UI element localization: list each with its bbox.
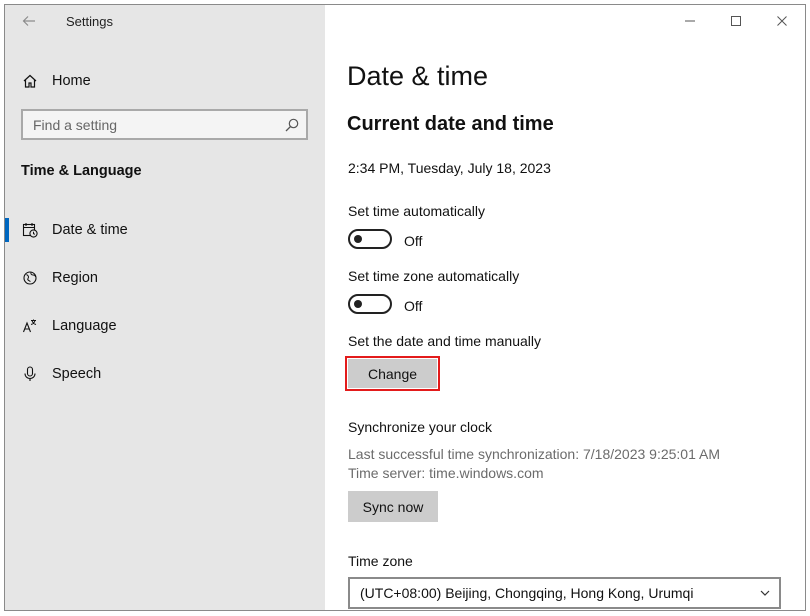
calendar-clock-icon xyxy=(22,222,38,238)
window-controls xyxy=(667,5,805,37)
search-icon[interactable] xyxy=(284,117,300,133)
timezone-value: (UTC+08:00) Beijing, Chongqing, Hong Kon… xyxy=(360,585,694,601)
current-datetime: 2:34 PM, Tuesday, July 18, 2023 xyxy=(348,160,551,176)
minimize-button[interactable] xyxy=(667,5,713,37)
sidebar-item-label: Language xyxy=(52,318,117,334)
set-time-auto-toggle[interactable] xyxy=(348,229,392,249)
set-tz-auto-state: Off xyxy=(404,298,423,314)
maximize-icon xyxy=(731,16,741,26)
timezone-select[interactable]: (UTC+08:00) Beijing, Chongqing, Hong Kon… xyxy=(348,577,781,609)
timezone-label: Time zone xyxy=(348,553,413,569)
sidebar-item-label: Region xyxy=(52,270,98,286)
close-icon xyxy=(777,16,787,26)
set-time-auto-label: Set time automatically xyxy=(348,203,485,219)
sidebar-item-label: Home xyxy=(52,73,91,89)
sidebar-item-label: Date & time xyxy=(52,222,128,238)
search-box xyxy=(21,109,308,140)
manual-label: Set the date and time manually xyxy=(348,333,542,349)
home-icon xyxy=(22,73,38,89)
back-arrow-icon xyxy=(22,16,35,26)
microphone-icon xyxy=(22,366,38,382)
main-content: Date & time Current date and time 2:34 P… xyxy=(325,5,805,610)
globe-icon xyxy=(22,270,38,286)
settings-window: Settings Home Time & Language Date & tim… xyxy=(4,4,806,611)
maximize-button[interactable] xyxy=(713,5,759,37)
set-tz-auto-label: Set time zone automatically xyxy=(348,268,520,284)
minimize-icon xyxy=(685,20,695,22)
app-title: Settings xyxy=(66,14,113,29)
close-button[interactable] xyxy=(759,5,805,37)
sidebar-item-label: Speech xyxy=(52,366,102,382)
time-server-text: Time server: time.windows.com xyxy=(348,465,544,481)
change-button[interactable]: Change xyxy=(345,356,440,391)
toggle-knob xyxy=(354,300,362,308)
section-header: Time & Language xyxy=(21,163,142,179)
sidebar-item-language[interactable]: Language xyxy=(5,306,325,346)
sidebar-item-region[interactable]: Region xyxy=(5,258,325,298)
search-input[interactable] xyxy=(23,111,306,138)
sidebar: Settings Home Time & Language Date & tim… xyxy=(5,5,325,610)
last-sync-text: Last successful time synchronization: 7/… xyxy=(348,446,720,462)
back-button[interactable] xyxy=(19,11,39,31)
sync-title: Synchronize your clock xyxy=(348,419,492,435)
language-icon xyxy=(22,318,38,334)
sidebar-item-home[interactable]: Home xyxy=(5,65,325,97)
set-tz-auto-toggle[interactable] xyxy=(348,294,392,314)
page-title: Date & time xyxy=(347,61,489,91)
sidebar-item-date-time[interactable]: Date & time xyxy=(5,210,325,250)
sync-now-button[interactable]: Sync now xyxy=(348,491,438,522)
section-title: Current date and time xyxy=(347,113,554,135)
chevron-down-icon xyxy=(760,590,770,596)
toggle-knob xyxy=(354,235,362,243)
set-time-auto-state: Off xyxy=(404,233,423,249)
sidebar-item-speech[interactable]: Speech xyxy=(5,354,325,394)
